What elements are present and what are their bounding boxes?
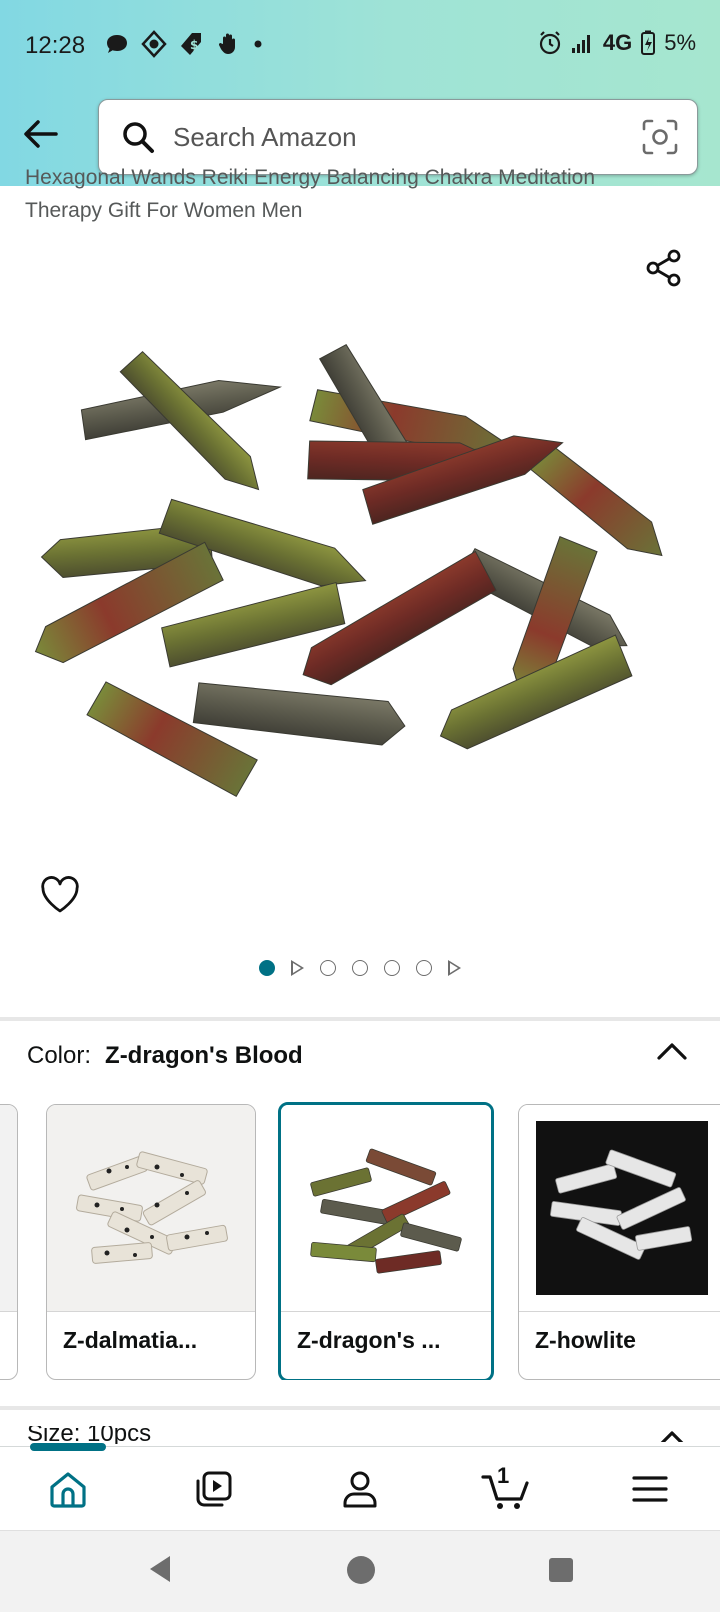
- network-type: 4G: [602, 30, 633, 55]
- wishlist-button[interactable]: [40, 876, 84, 920]
- carousel-dot[interactable]: [416, 960, 432, 976]
- heart-icon: [41, 876, 79, 913]
- share-icon: [646, 249, 681, 287]
- color-swatch-dragons-blood[interactable]: Z-dragon's ...: [278, 1102, 494, 1380]
- carousel-dot[interactable]: [384, 960, 400, 976]
- color-swatch-howlite[interactable]: Z-howlite: [518, 1104, 720, 1380]
- system-home-icon[interactable]: [346, 1555, 376, 1585]
- color-selector-header[interactable]: Color: Z-dragon's Blood: [27, 1042, 303, 1070]
- search-input[interactable]: Search Amazon: [98, 99, 698, 175]
- header-area: 12:28 $ 4G 5% Search Amazon: [0, 0, 720, 186]
- product-title-line-2: Therapy Gift For Women Men: [25, 199, 303, 222]
- nav-cart[interactable]: 1: [478, 1463, 534, 1513]
- cart-count: 1: [497, 1463, 510, 1488]
- alarm-icon: [539, 31, 560, 55]
- svg-text:$: $: [190, 38, 198, 52]
- product-title-line-1: Hexagonal Wands Reiki Energy Balancing C…: [25, 166, 596, 189]
- swatch-label: Z-dragon's ...: [297, 1327, 441, 1353]
- chat-icon: [107, 35, 127, 53]
- system-navigation-bar: [0, 1530, 720, 1612]
- bottom-navigation: 1: [0, 1443, 720, 1530]
- section-divider: [0, 1017, 720, 1021]
- size-selector-header[interactable]: Size: 10pcs: [27, 1426, 327, 1444]
- carousel-dot[interactable]: [352, 960, 368, 976]
- status-bar: 12:28 $ 4G 5%: [0, 0, 720, 92]
- hamburger-menu-icon: [632, 1476, 668, 1502]
- status-right: 4G 5%: [537, 30, 696, 56]
- system-recents-icon[interactable]: [548, 1557, 574, 1583]
- swatch-image: [281, 1105, 491, 1311]
- arrow-left-icon: [24, 120, 58, 148]
- back-button[interactable]: [18, 112, 62, 156]
- battery-level: 5%: [664, 30, 696, 55]
- shopping-tag-icon: $: [181, 33, 201, 55]
- chevron-up-icon[interactable]: [656, 1040, 688, 1062]
- color-label: Color:: [27, 1042, 92, 1069]
- home-icon: [50, 1472, 86, 1508]
- video-play-icon[interactable]: [291, 960, 304, 976]
- person-icon: [343, 1471, 377, 1508]
- color-swatch-list[interactable]: Z-dalmatia... Z-dragon's ... Z-howlite: [0, 1100, 720, 1380]
- color-value: Z-dragon's Blood: [105, 1042, 303, 1069]
- swatch-image: [47, 1105, 255, 1311]
- nav-account[interactable]: [336, 1465, 384, 1513]
- nav-home[interactable]: [44, 1465, 92, 1513]
- section-divider: [0, 1406, 720, 1410]
- search-placeholder: Search Amazon: [173, 122, 357, 152]
- notification-icons: $: [104, 30, 264, 58]
- carousel-dot-active[interactable]: [259, 960, 275, 976]
- battery-icon: [641, 30, 656, 55]
- more-dot-icon: [254, 40, 262, 48]
- size-chevron-up-icon[interactable]: [656, 1428, 688, 1442]
- gesture-icon: [218, 33, 235, 54]
- swatch-image: [519, 1105, 720, 1311]
- camera-search-icon[interactable]: [641, 118, 679, 156]
- nav-menu[interactable]: [626, 1465, 674, 1513]
- share-button[interactable]: [644, 248, 688, 292]
- app-notification-icon: [141, 30, 167, 58]
- search-icon: [123, 122, 154, 153]
- image-carousel-dots[interactable]: [0, 960, 720, 976]
- carousel-dot[interactable]: [320, 960, 336, 976]
- system-back-icon[interactable]: [146, 1553, 174, 1585]
- active-tab-indicator: [30, 1443, 106, 1451]
- status-time: 12:28: [25, 32, 86, 59]
- nav-inspire[interactable]: [190, 1465, 238, 1513]
- color-swatch-dalmatian[interactable]: Z-dalmatia...: [46, 1104, 256, 1380]
- swatch-label: Z-dalmatia...: [63, 1327, 198, 1353]
- video-library-icon: [196, 1471, 232, 1507]
- crystal-wands-image: [34, 344, 663, 798]
- color-swatch-partial[interactable]: [0, 1104, 18, 1380]
- size-label: Size: 10pcs: [27, 1426, 152, 1444]
- signal-icon: [571, 35, 590, 53]
- video-play-icon[interactable]: [448, 960, 461, 976]
- product-image[interactable]: [0, 300, 720, 860]
- swatch-label: Z-howlite: [535, 1327, 636, 1353]
